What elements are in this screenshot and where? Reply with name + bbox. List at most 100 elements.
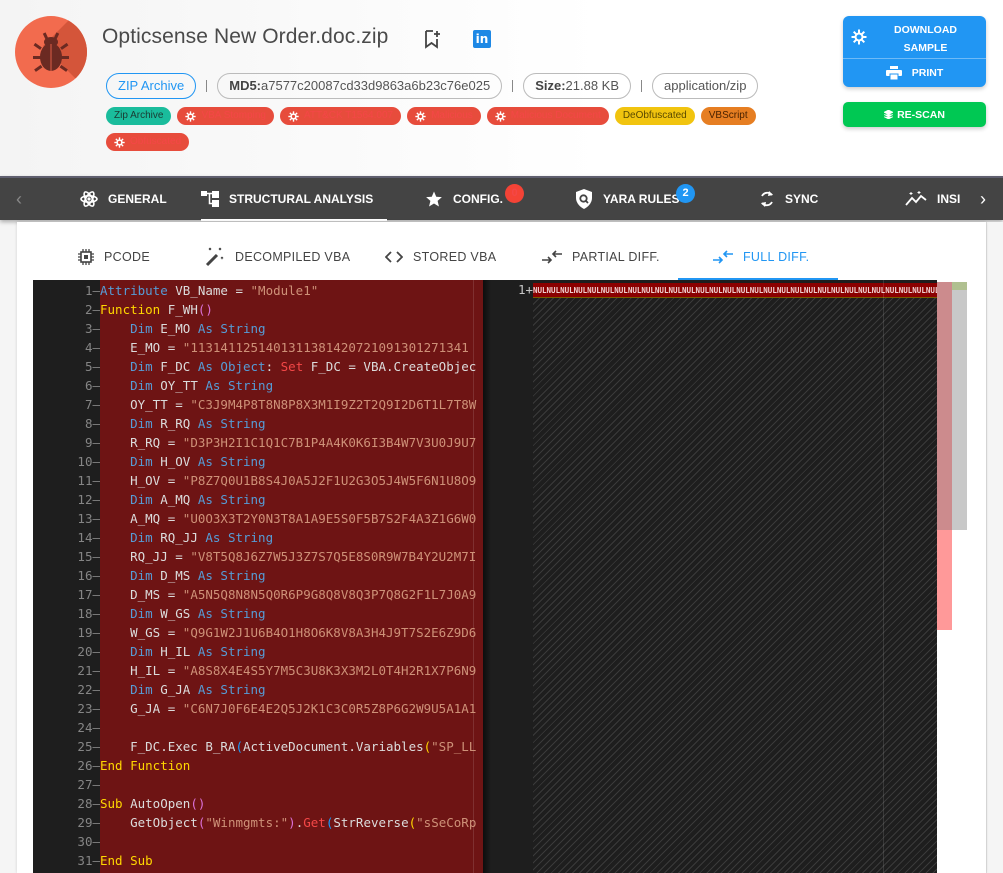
line-number: 22— <box>77 682 100 697</box>
tab-structural-analysis[interactable]: STRUCTURAL ANALYSIS <box>201 178 388 221</box>
compare-arrows-icon <box>542 250 562 264</box>
code-brackets-icon <box>385 251 403 263</box>
tab-structural-label: STRUCTURAL ANALYSIS <box>229 192 374 206</box>
biohazard-gear-icon <box>114 136 125 148</box>
tag-label: VBA Stomping <box>201 110 266 121</box>
code-line: Sub AutoOpen() <box>100 796 206 811</box>
tag-badge[interactable]: DeObfuscated <box>614 107 695 125</box>
tag-label: Zip Archive <box>114 110 164 121</box>
compare-arrows-icon <box>713 250 733 264</box>
line-number: 13— <box>77 511 100 526</box>
original-pane[interactable]: 1— 2— 3— 4— 5— 6— 7— 8— 9— 10— 11— 12— 13— 14— 15— 16— 1… <box>33 280 483 873</box>
code-line: D_MS = "A5N5Q8N8N5Q0R6P9G8Q8V8Q3P7Q8G2F1… <box>100 587 477 602</box>
tag-badge[interactable]: Malicious <box>407 107 481 125</box>
tag-badge[interactable]: ATT&CK T1564.007 <box>279 107 402 125</box>
star-icon <box>426 191 442 207</box>
code-line: F_DC.Exec B_RA(ActiveDocument.Variables(… <box>100 739 477 754</box>
code-line: E_MO = "11314112514013113814207210913012… <box>100 340 469 355</box>
line-number: 21— <box>77 663 100 678</box>
line-number: 18— <box>77 606 100 621</box>
subtab-pcode[interactable]: PCODE <box>78 234 150 280</box>
tab-insights-label: INSI( <box>937 192 960 206</box>
chip-icon <box>78 249 94 265</box>
biohazard-gear-icon <box>495 110 506 122</box>
sample-title: Opticsense New Order.doc.zip <box>102 25 389 48</box>
tab-general[interactable]: GENERAL <box>80 178 167 220</box>
tag-badge[interactable]: Obfuscated <box>106 133 190 151</box>
meta-row: ZIP Archive MD5:a7577c20087cd33d9863a6b2… <box>106 73 759 99</box>
download-sample-button[interactable]: DOWNLOAD SAMPLE <box>843 16 986 58</box>
line-number: 15— <box>77 549 100 564</box>
diff-overview-ruler[interactable] <box>937 280 968 873</box>
file-type-pill[interactable]: ZIP Archive <box>106 73 197 99</box>
code-line: Dim OY_TT As String <box>130 378 274 393</box>
tag-badge[interactable]: Malicious Document <box>486 107 609 125</box>
line-number: 5— <box>84 359 100 374</box>
atom-icon <box>80 191 98 207</box>
tag-label: Malicious Document <box>510 110 601 121</box>
bookmark-add-icon[interactable] <box>422 29 442 49</box>
biohazard-gear-icon <box>288 110 299 122</box>
tab-general-label: GENERAL <box>108 192 167 206</box>
tag-badge[interactable]: VBScript <box>700 107 756 125</box>
tag-list: Zip Archive VBA Stomping ATT&CK T1564.007 M… <box>106 107 786 151</box>
pane-divider[interactable] <box>483 280 491 873</box>
download-label-2: SAMPLE <box>903 42 948 54</box>
tabs-scroll-left-button[interactable]: ‹ <box>4 178 34 220</box>
subtab-partial-diff[interactable]: PARTIAL DIFF. <box>542 234 660 280</box>
line-number: 8— <box>84 416 100 431</box>
subtab-decompiled-label: DECOMPILED VBA <box>235 250 351 264</box>
mime-pill: application/zip <box>652 73 759 99</box>
tab-sync-label: SYNC <box>785 192 819 206</box>
print-label: PRINT <box>911 67 944 79</box>
line-number: 16— <box>77 568 100 583</box>
code-line: Function F_WH() <box>100 302 213 317</box>
code-line: Dim F_DC As Object: Set F_DC = VBA.Creat… <box>130 359 477 374</box>
tab-config[interactable]: CONFIG. <box>425 178 503 220</box>
line-number: 27— <box>77 777 100 792</box>
tag-badge[interactable]: Zip Archive <box>106 107 172 125</box>
subtab-decompiled-vba[interactable]: DECOMPILED VBA <box>205 234 350 280</box>
code-line: H_IL = "A8S8X4E4S5Y7M5C3U8K3X3M2L0T4H2R1… <box>100 663 477 678</box>
linkedin-share-icon[interactable]: in <box>473 30 491 48</box>
subtab-full-diff[interactable]: FULL DIFF. <box>713 234 809 280</box>
line-number: 20— <box>77 644 100 659</box>
line-number: 3— <box>84 321 100 336</box>
download-label-1: DOWNLOAD <box>894 24 957 36</box>
empty-diff-area <box>533 298 937 873</box>
code-line: W_GS = "Q9G1W2J1U6B4O1H8O6K8V8A3H4J9T7S2… <box>100 625 477 640</box>
subtab-partial-label: PARTIAL DIFF. <box>572 250 660 264</box>
tab-config-label: CONFIG. <box>453 192 503 206</box>
subtab-stored-vba[interactable]: STORED VBA <box>385 234 496 280</box>
separator <box>206 80 208 92</box>
line-number: 29— <box>77 815 100 830</box>
tabs-scroll-right-button[interactable]: › <box>968 178 998 220</box>
tab-insights[interactable]: INSI( <box>905 178 960 220</box>
code-line: A_MQ = "U0O3X3T2Y0N3T8A1A9E5S0F5B7S2F4A3… <box>100 511 477 526</box>
code-line: R_RQ = "D3P3H2I1C1Q1C7B1P4A4K0K6I3B4W7V3… <box>100 435 477 450</box>
code-line: Dim W_GS As String <box>130 606 266 621</box>
biohazard-gear-icon <box>185 110 197 122</box>
rescan-button[interactable]: RE-SCAN <box>843 102 986 127</box>
added-line: NULNULNULNULNULNULNULNULNULNULNULNULNULN… <box>533 283 937 298</box>
overview-scroll-slider[interactable] <box>952 282 967 530</box>
tab-sync[interactable]: SYNC <box>759 178 818 220</box>
line-number: 7— <box>84 397 100 412</box>
line-number-gutter: 1— 2— 3— 4— 5— 6— 7— 8— 9— 10— 11— 12— 13— 14— 15— 16— 1… <box>33 280 100 873</box>
tag-label: ATT&CK T1564.007 <box>303 110 394 121</box>
line-number: 1— <box>84 283 100 298</box>
separator <box>512 80 514 92</box>
modified-pane[interactable]: 1+ NULNULNULNULNULNULNULNULNULNULNULNULN… <box>483 280 937 873</box>
diff-editor[interactable]: 1— 2— 3— 4— 5— 6— 7— 8— 9— 10— 11— 12— 13— 14— 15— 16— 1… <box>33 280 937 873</box>
md5-pill[interactable]: MD5:a7577c20087cd33d9863a6b23c76e025 <box>217 73 503 99</box>
tag-badge[interactable]: VBA Stomping <box>177 107 274 125</box>
line-number: 19— <box>77 625 100 640</box>
tab-yara-rules[interactable]: YARA RULES <box>575 178 679 220</box>
code-line: RQ_JJ = "V8T5Q8J6Z7W5J3Z7S7Q5E8S0R9W7B4Y… <box>100 549 477 564</box>
code-line: Dim G_JA As String <box>130 682 266 697</box>
biohazard-gear-icon <box>415 110 426 122</box>
removed-code-block[interactable]: Attribute VB_Name = "Module1" Function F_… <box>100 280 483 873</box>
print-button[interactable]: PRINT <box>843 59 986 87</box>
line-number: 25— <box>77 739 100 754</box>
code-line: End Function <box>100 758 191 773</box>
